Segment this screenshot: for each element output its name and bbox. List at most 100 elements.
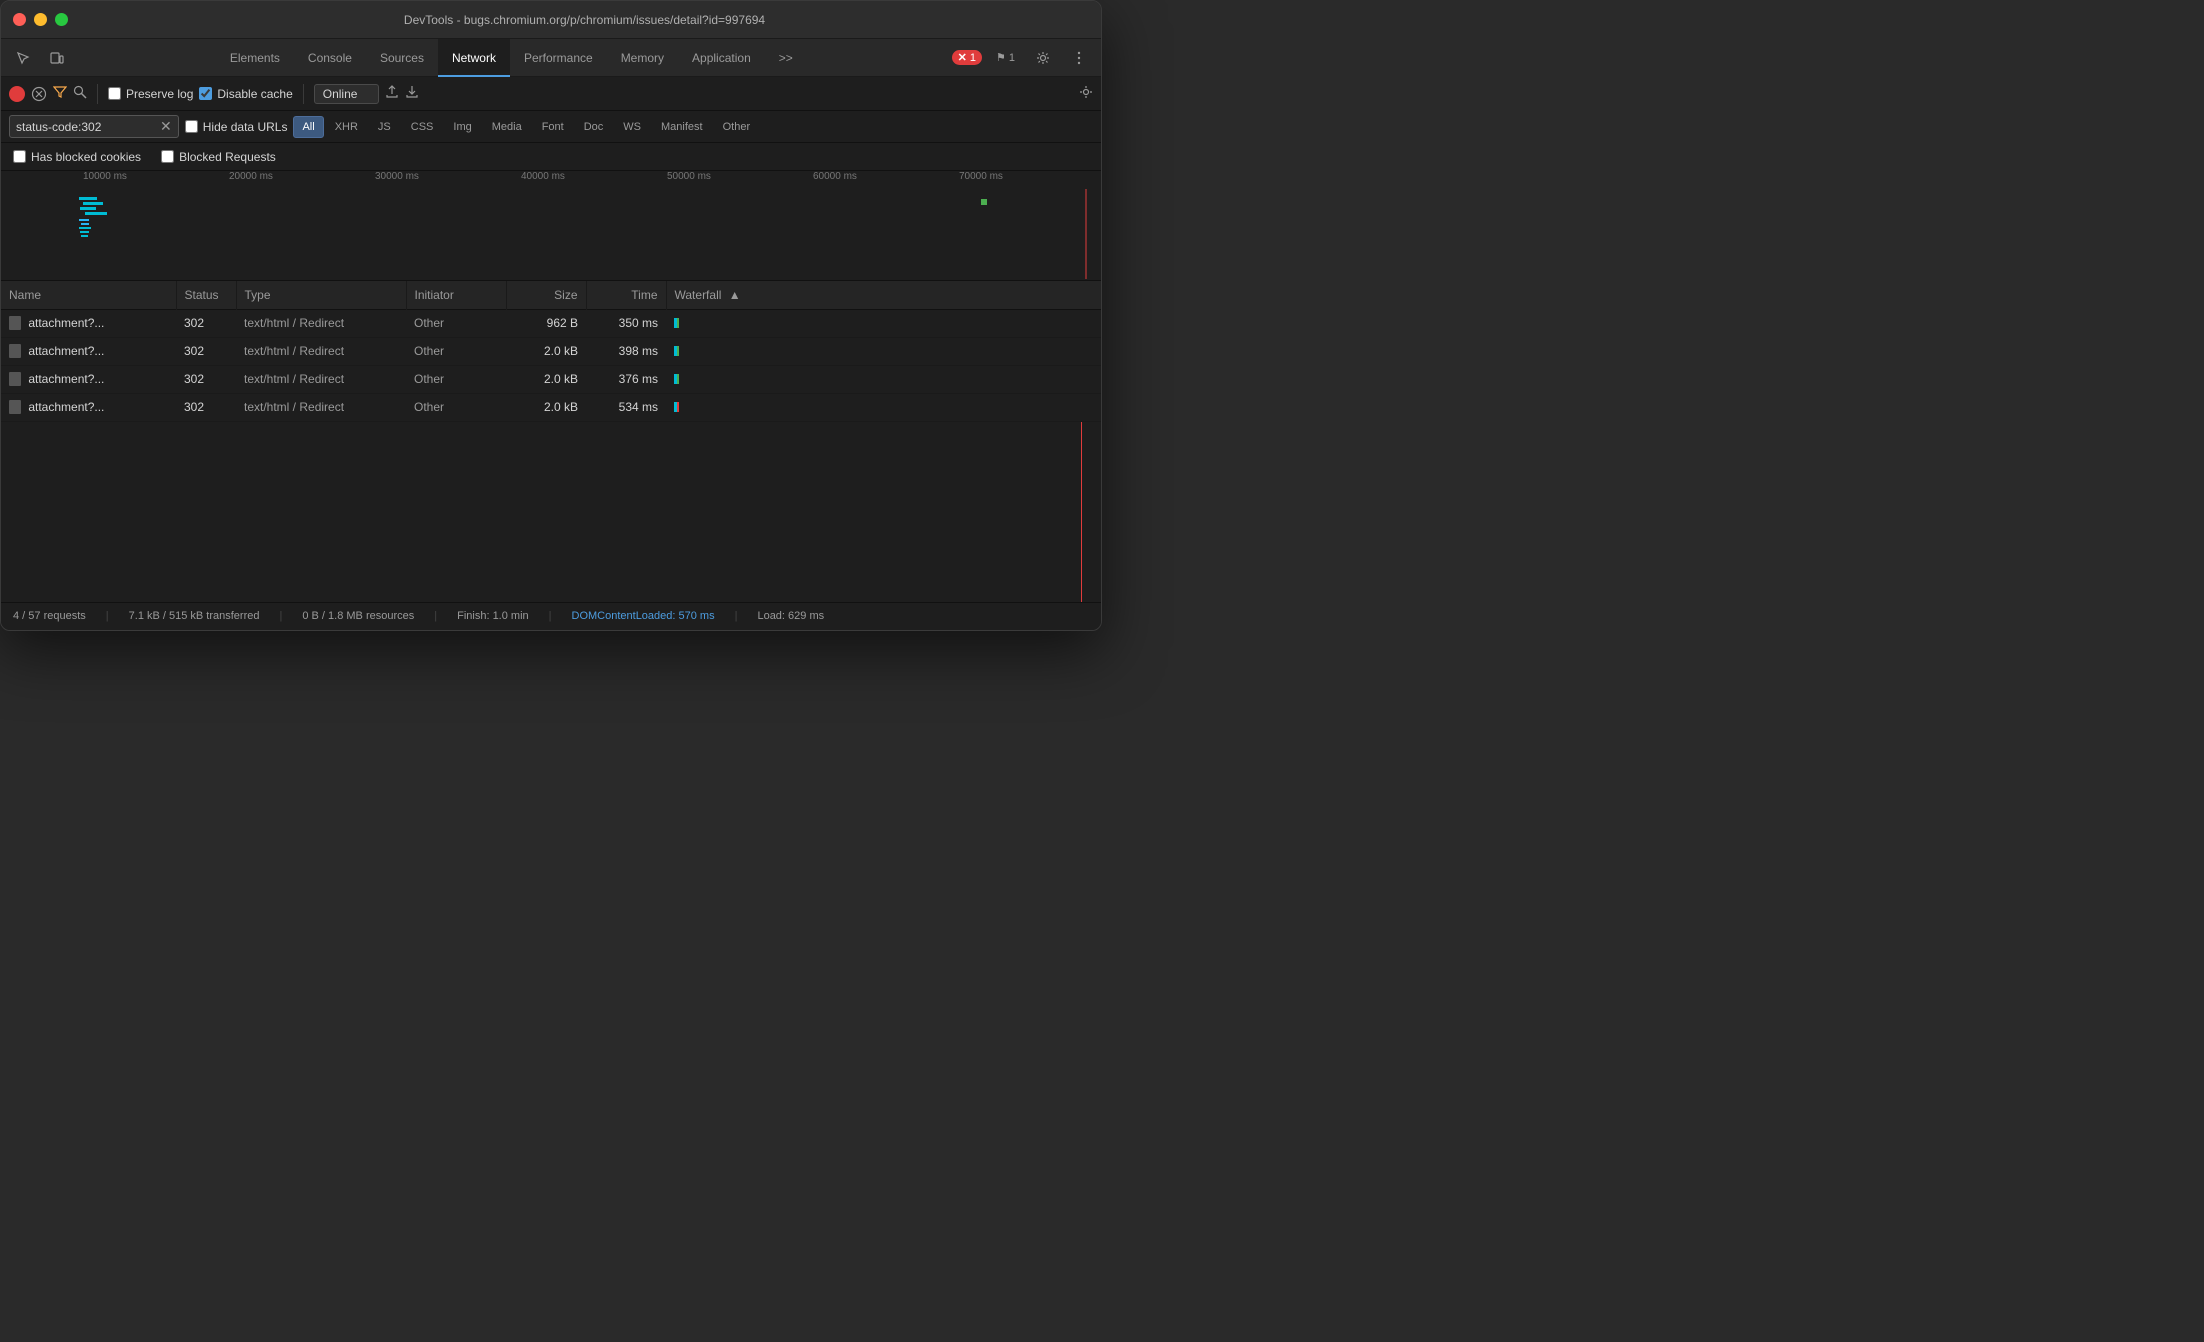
table-row[interactable]: attachment?... 302 text/html / Redirect … [1, 365, 1101, 393]
download-icon[interactable] [405, 85, 419, 102]
clear-button[interactable] [31, 86, 47, 102]
throttle-select[interactable]: Online [314, 84, 379, 104]
filter-all-button[interactable]: All [293, 116, 323, 138]
search-icon[interactable] [73, 85, 87, 102]
timeline-labels: 10000 ms 20000 ms 30000 ms 40000 ms 5000… [1, 171, 1101, 189]
close-button[interactable] [13, 13, 26, 26]
status-finish: Finish: 1.0 min [457, 610, 529, 622]
minimize-button[interactable] [34, 13, 47, 26]
col-header-type[interactable]: Type [236, 281, 406, 309]
waterfall-green-1 [677, 346, 679, 356]
cell-type-3: text/html / Redirect [236, 393, 406, 421]
filter-img-button[interactable]: Img [444, 116, 480, 138]
filter-xhr-button[interactable]: XHR [326, 116, 367, 138]
network-table: Name Status Type Initiator Size [1, 281, 1101, 602]
separator-2 [303, 84, 304, 104]
devtools-settings-icon[interactable] [1029, 44, 1057, 72]
separator-1 [97, 84, 98, 104]
filter-media-button[interactable]: Media [483, 116, 531, 138]
cell-name-1: attachment?... [1, 337, 176, 365]
waterfall-segment-1 [674, 346, 679, 356]
cell-waterfall-2 [666, 365, 1101, 393]
cell-name-2: attachment?... [1, 365, 176, 393]
cell-initiator-3: Other [406, 393, 506, 421]
waterfall-bar-0 [674, 315, 1093, 331]
cell-waterfall-0 [666, 309, 1101, 337]
tab-network[interactable]: Network [438, 39, 510, 77]
title-bar: DevTools - bugs.chromium.org/p/chromium/… [1, 1, 1101, 39]
devtools-window: DevTools - bugs.chromium.org/p/chromium/… [0, 0, 1102, 631]
timeline[interactable]: 10000 ms 20000 ms 30000 ms 40000 ms 5000… [1, 171, 1101, 281]
network-toolbar: Preserve log Disable cache Online [1, 77, 1101, 111]
warning-badge[interactable]: ⚑ 1 [990, 50, 1021, 65]
filter-bar: ✕ Hide data URLs All XHR JS CSS Img Medi… [1, 111, 1101, 143]
upload-icon[interactable] [385, 85, 399, 102]
filter-icon[interactable] [53, 85, 67, 102]
inspect-icon[interactable] [9, 44, 37, 72]
cell-size-3: 2.0 kB [506, 393, 586, 421]
maximize-button[interactable] [55, 13, 68, 26]
waterfall-green-0 [677, 318, 679, 328]
filter-other-button[interactable]: Other [714, 116, 760, 138]
filter-doc-button[interactable]: Doc [575, 116, 613, 138]
filter-font-button[interactable]: Font [533, 116, 573, 138]
tab-more[interactable]: >> [765, 39, 807, 77]
col-header-waterfall[interactable]: Waterfall ▲ [666, 281, 1101, 309]
cell-type-1: text/html / Redirect [236, 337, 406, 365]
tab-application[interactable]: Application [678, 39, 765, 77]
tab-sources[interactable]: Sources [366, 39, 438, 77]
status-bar: 4 / 57 requests | 7.1 kB / 515 kB transf… [1, 602, 1101, 630]
waterfall-sort-icon: ▲ [729, 288, 741, 302]
status-requests: 4 / 57 requests [13, 610, 86, 622]
table-row[interactable]: attachment?... 302 text/html / Redirect … [1, 309, 1101, 337]
waterfall-bar-3 [674, 399, 1093, 415]
cell-waterfall-3 [666, 393, 1101, 421]
col-header-initiator[interactable]: Initiator [406, 281, 506, 309]
tab-memory[interactable]: Memory [607, 39, 678, 77]
status-separator-5: | [735, 610, 738, 622]
disable-cache-checkbox[interactable]: Disable cache [199, 87, 292, 101]
throttle-wrap: Online [314, 84, 379, 104]
filter-input-wrap: ✕ [9, 115, 179, 138]
blocked-requests-checkbox[interactable]: Blocked Requests [161, 150, 276, 164]
cell-initiator-1: Other [406, 337, 506, 365]
preserve-log-checkbox[interactable]: Preserve log [108, 87, 193, 101]
record-button[interactable] [9, 86, 25, 102]
device-toolbar-icon[interactable] [43, 44, 71, 72]
waterfall-segment-2 [674, 374, 679, 384]
blocked-cookies-checkbox[interactable]: Has blocked cookies [13, 150, 141, 164]
tab-performance[interactable]: Performance [510, 39, 607, 77]
timeline-label-0: 10000 ms [79, 171, 225, 189]
col-header-status[interactable]: Status [176, 281, 236, 309]
timeline-label-1: 20000 ms [225, 171, 371, 189]
red-line [1081, 422, 1082, 602]
filter-input[interactable] [16, 120, 156, 134]
clear-filter-icon[interactable]: ✕ [160, 118, 172, 135]
checkbox-row: Has blocked cookies Blocked Requests [1, 143, 1101, 171]
waterfall-segment-3 [674, 402, 679, 412]
tab-elements[interactable]: Elements [216, 39, 294, 77]
filter-ws-button[interactable]: WS [614, 116, 650, 138]
table-row[interactable]: attachment?... 302 text/html / Redirect … [1, 337, 1101, 365]
timeline-label-4: 50000 ms [663, 171, 809, 189]
network-settings-icon[interactable] [1079, 85, 1093, 102]
error-badge[interactable]: ✕ 1 [952, 50, 982, 65]
status-separator-2: | [280, 610, 283, 622]
col-header-time[interactable]: Time [586, 281, 666, 309]
tab-right-controls: ✕ 1 ⚑ 1 [952, 44, 1093, 72]
cell-type-0: text/html / Redirect [236, 309, 406, 337]
timeline-label-5: 60000 ms [809, 171, 955, 189]
warning-icon: ⚑ [996, 51, 1006, 64]
window-controls [13, 13, 68, 26]
table-row[interactable]: attachment?... 302 text/html / Redirect … [1, 393, 1101, 421]
devtools-menu-icon[interactable] [1065, 44, 1093, 72]
cell-status-1: 302 [176, 337, 236, 365]
filter-css-button[interactable]: CSS [402, 116, 443, 138]
col-header-size[interactable]: Size [506, 281, 586, 309]
hide-data-urls-checkbox[interactable]: Hide data URLs [185, 120, 288, 134]
col-header-name[interactable]: Name [1, 281, 176, 309]
filter-manifest-button[interactable]: Manifest [652, 116, 712, 138]
status-separator-4: | [549, 610, 552, 622]
filter-js-button[interactable]: JS [369, 116, 400, 138]
tab-console[interactable]: Console [294, 39, 366, 77]
